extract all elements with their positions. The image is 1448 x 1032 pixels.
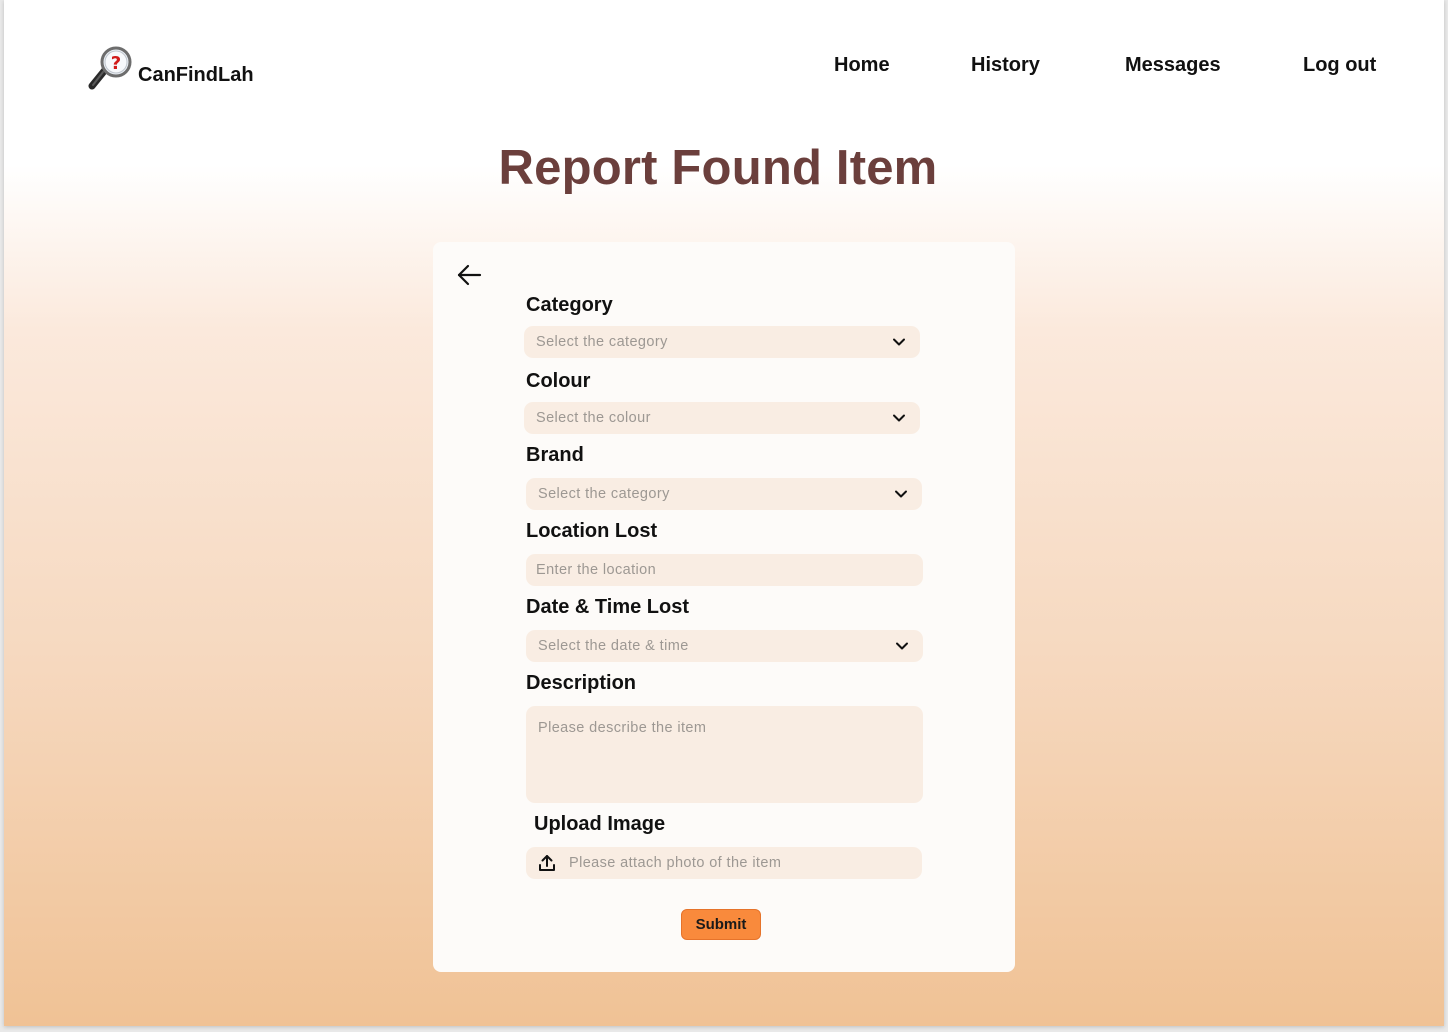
datetime-label: Date & Time Lost: [526, 596, 689, 618]
back-button[interactable]: [455, 262, 483, 290]
category-select[interactable]: Select the category: [524, 326, 920, 358]
brand-select[interactable]: Select the category: [526, 478, 922, 510]
location-input-placeholder: Enter the location: [536, 562, 657, 578]
nav-messages-link[interactable]: Messages: [1125, 54, 1221, 77]
description-placeholder: Please describe the item: [538, 720, 707, 736]
datetime-select-value: Select the date & time: [538, 638, 689, 654]
colour-label: Colour: [526, 370, 591, 392]
location-label: Location Lost: [526, 520, 658, 542]
category-label: Category: [526, 294, 613, 316]
upload-placeholder: Please attach photo of the item: [569, 855, 782, 871]
page-title: Report Found Item: [498, 141, 938, 195]
colour-select[interactable]: Select the colour: [524, 402, 920, 434]
submit-button[interactable]: Submit: [681, 909, 761, 940]
chevron-down-icon: [895, 490, 907, 498]
nav-home-link[interactable]: Home: [834, 54, 890, 77]
upload-label: Upload Image: [534, 813, 666, 835]
top-nav: Home History Messages Log out: [4, 54, 1444, 80]
arrow-left-icon: [457, 264, 482, 286]
brand-label: Brand: [526, 444, 584, 466]
brand-select-value: Select the category: [538, 486, 670, 502]
nav-history-link[interactable]: History: [971, 54, 1040, 77]
category-select-value: Select the category: [536, 334, 668, 350]
upload-image-field[interactable]: Please attach photo of the item: [526, 847, 922, 879]
report-form-card: Category Select the category Colour Sele…: [433, 242, 1015, 972]
app-frame: ? CanFindLah Home History Messages Log o…: [4, 0, 1444, 1026]
description-label: Description: [526, 672, 637, 694]
nav-logout-link[interactable]: Log out: [1303, 54, 1376, 77]
datetime-select[interactable]: Select the date & time: [526, 630, 923, 662]
chevron-down-icon: [896, 642, 908, 650]
colour-select-value: Select the colour: [536, 410, 651, 426]
chevron-down-icon: [893, 414, 905, 422]
upload-icon: [539, 855, 555, 871]
description-textarea[interactable]: Please describe the item: [526, 706, 923, 803]
location-input[interactable]: Enter the location: [526, 554, 923, 586]
chevron-down-icon: [893, 338, 905, 346]
